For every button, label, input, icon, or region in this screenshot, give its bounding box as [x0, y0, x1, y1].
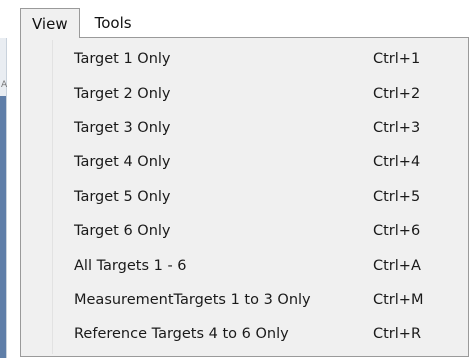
- menu-item-measurement-targets[interactable]: MeasurementTargets 1 to 3 Only Ctrl+M: [21, 283, 468, 317]
- view-menu-items: Target 1 Only Ctrl+1 Target 2 Only Ctrl+…: [21, 42, 468, 352]
- menu-item-label: Target 1 Only: [74, 51, 171, 68]
- menu-item-label: Target 2 Only: [74, 85, 171, 102]
- background-side-panel: A: [0, 38, 7, 358]
- background-fragment-text: A: [1, 80, 8, 90]
- menu-view[interactable]: View: [20, 8, 80, 38]
- menu-item-shortcut: Ctrl+1: [373, 51, 421, 68]
- menu-item-target-6-only[interactable]: Target 6 Only Ctrl+6: [21, 214, 468, 248]
- menu-item-target-1-only[interactable]: Target 1 Only Ctrl+1: [21, 42, 468, 76]
- menu-item-label: MeasurementTargets 1 to 3 Only: [74, 291, 311, 308]
- menu-bar: View Tools: [0, 0, 470, 38]
- menu-item-target-2-only[interactable]: Target 2 Only Ctrl+2: [21, 76, 468, 110]
- menu-item-shortcut: Ctrl+4: [373, 154, 421, 171]
- menu-item-target-5-only[interactable]: Target 5 Only Ctrl+5: [21, 180, 468, 214]
- background-blue-strip: [0, 96, 6, 358]
- menu-item-shortcut: Ctrl+6: [373, 223, 421, 240]
- menu-item-shortcut: Ctrl+2: [373, 85, 421, 102]
- menu-item-label: All Targets 1 - 6: [74, 257, 187, 274]
- menu-item-reference-targets[interactable]: Reference Targets 4 to 6 Only Ctrl+R: [21, 317, 468, 351]
- menu-item-shortcut: Ctrl+M: [373, 291, 424, 308]
- menu-item-label: Target 4 Only: [74, 154, 171, 171]
- menu-item-label: Target 5 Only: [74, 188, 171, 205]
- menu-item-shortcut: Ctrl+3: [373, 119, 421, 136]
- menu-item-all-targets[interactable]: All Targets 1 - 6 Ctrl+A: [21, 248, 468, 282]
- view-menu-dropdown: Target 1 Only Ctrl+1 Target 2 Only Ctrl+…: [20, 37, 469, 357]
- menu-item-label: Reference Targets 4 to 6 Only: [74, 326, 289, 343]
- menu-item-shortcut: Ctrl+R: [373, 326, 422, 343]
- menu-tools[interactable]: Tools: [80, 8, 147, 38]
- menu-item-label: Target 3 Only: [74, 119, 171, 136]
- menu-item-label: Target 6 Only: [74, 223, 171, 240]
- menu-item-target-3-only[interactable]: Target 3 Only Ctrl+3: [21, 111, 468, 145]
- menu-item-shortcut: Ctrl+5: [373, 188, 421, 205]
- menu-item-target-4-only[interactable]: Target 4 Only Ctrl+4: [21, 145, 468, 179]
- menu-item-shortcut: Ctrl+A: [373, 257, 421, 274]
